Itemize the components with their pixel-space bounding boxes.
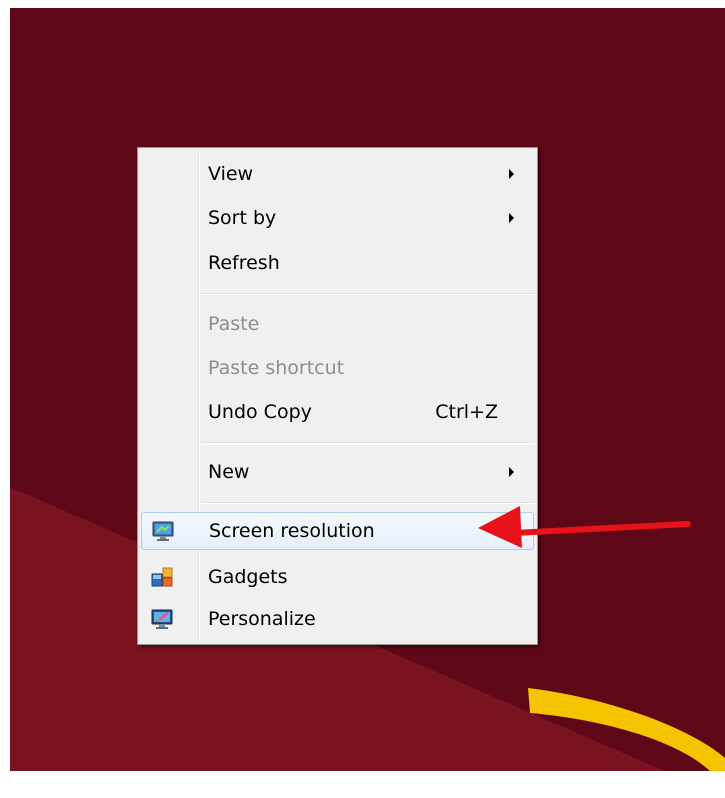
- menu-separator: [201, 442, 534, 444]
- menu-item-undo-copy[interactable]: Undo Copy Ctrl+Z: [141, 393, 534, 431]
- gadgets-icon: [150, 566, 174, 588]
- menu-item-undo-copy-label: Undo Copy: [208, 401, 312, 423]
- menu-item-personalize-label: Personalize: [208, 608, 316, 630]
- menu-item-paste[interactable]: Paste: [141, 305, 534, 343]
- menu-item-personalize[interactable]: Personalize: [141, 600, 534, 638]
- personalize-monitor-icon: [150, 608, 174, 630]
- menu-item-paste-label: Paste: [208, 313, 260, 335]
- submenu-arrow-icon: [509, 169, 514, 179]
- menu-item-new[interactable]: New: [141, 453, 534, 491]
- desktop-context-menu: View Sort by Refresh Paste Paste shortcu…: [137, 147, 538, 645]
- menu-item-gadgets-label: Gadgets: [208, 566, 288, 588]
- menu-item-paste-shortcut[interactable]: Paste shortcut: [141, 349, 534, 387]
- submenu-arrow-icon: [509, 467, 514, 477]
- undo-copy-shortcut: Ctrl+Z: [435, 401, 498, 423]
- menu-item-paste-shortcut-label: Paste shortcut: [208, 357, 345, 379]
- menu-item-view[interactable]: View: [141, 155, 534, 193]
- menu-item-new-label: New: [208, 461, 250, 483]
- menu-item-view-label: View: [208, 163, 254, 185]
- annotation-arrow: [478, 506, 691, 548]
- menu-item-sort-by-label: Sort by: [208, 207, 277, 229]
- monitor-icon: [151, 520, 175, 542]
- menu-separator: [201, 293, 534, 295]
- menu-item-refresh-label: Refresh: [208, 252, 280, 274]
- menu-item-gadgets[interactable]: Gadgets: [141, 558, 534, 596]
- menu-item-screen-resolution-label: Screen resolution: [209, 520, 375, 542]
- menu-item-sort-by[interactable]: Sort by: [141, 199, 534, 237]
- menu-item-refresh[interactable]: Refresh: [141, 244, 534, 282]
- submenu-arrow-icon: [509, 213, 514, 223]
